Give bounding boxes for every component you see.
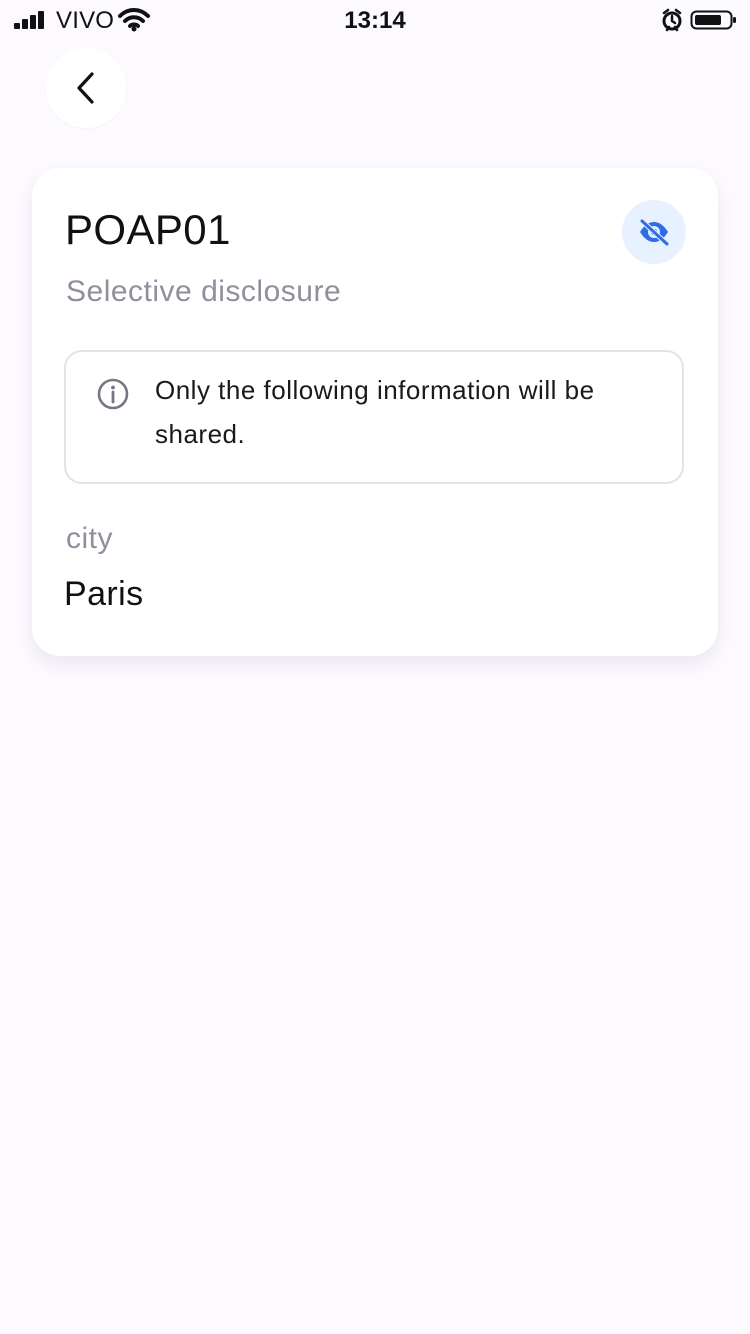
back-button[interactable]: [46, 48, 126, 128]
field-label-city: city: [66, 522, 113, 555]
chevron-left-icon: [77, 72, 94, 104]
alarm-icon: [662, 8, 682, 32]
disclosure-notice-text: Only the following information will be s…: [155, 375, 595, 449]
visibility-toggle-button[interactable]: [622, 200, 686, 264]
status-bar: VIVO 13:14: [0, 0, 750, 40]
eye-slash-icon: [639, 218, 670, 246]
disclosure-notice: Only the following information will be s…: [64, 350, 684, 484]
selective-disclosure-label: Selective disclosure: [66, 275, 342, 308]
battery-icon: [690, 10, 736, 30]
info-icon: [97, 378, 129, 410]
field-value-city: Paris: [64, 575, 144, 613]
credential-title: POAP01: [65, 206, 231, 253]
credential-card: POAP01 Selective disclosure Only the fol…: [32, 168, 718, 656]
status-time: 13:14: [344, 7, 406, 34]
